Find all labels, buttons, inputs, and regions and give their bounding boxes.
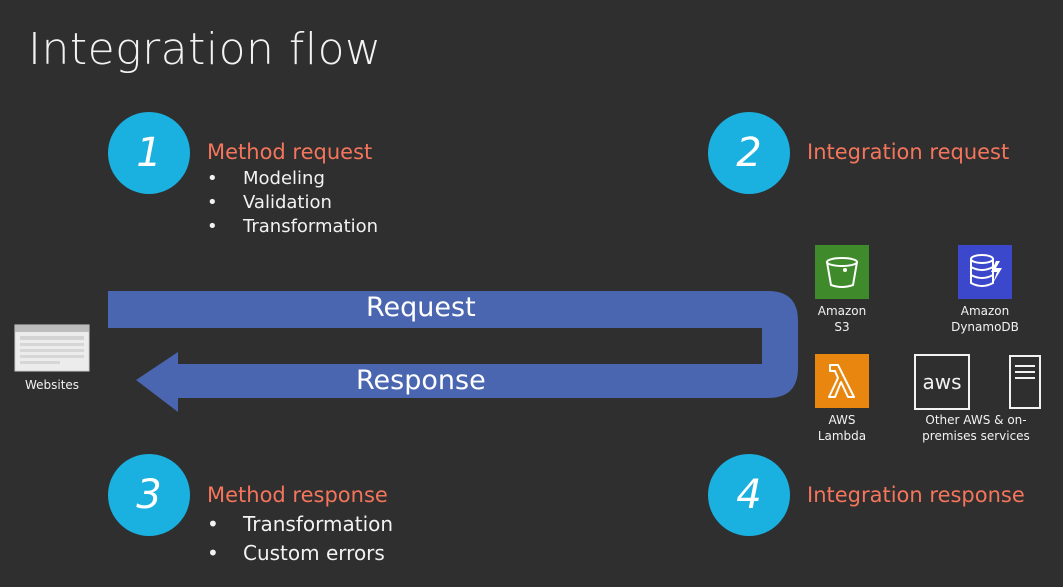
browser-window-icon	[14, 324, 90, 372]
service-dynamodb: Amazon DynamoDB	[940, 245, 1030, 335]
other-label-line2: premises services	[922, 429, 1030, 443]
lambda-icon	[815, 354, 869, 408]
other-services-icons: aws	[912, 354, 1041, 412]
dynamodb-icon	[958, 245, 1012, 299]
other-label-line1: Other AWS & on-	[925, 413, 1027, 427]
response-label: Response	[356, 365, 486, 396]
s3-label-line1: Amazon	[817, 304, 867, 318]
aws-logo-text: aws	[922, 370, 962, 394]
lambda-label-line2: Lambda	[817, 429, 867, 443]
service-s3: Amazon S3	[806, 245, 878, 335]
s3-bucket-icon	[815, 245, 869, 299]
lambda-label-line1: AWS	[828, 413, 856, 427]
service-other: aws Other AWS & on- premises services	[912, 354, 1041, 444]
aws-logo-icon: aws	[914, 354, 970, 410]
request-response-arrow	[108, 291, 798, 412]
dynamodb-label-line2: DynamoDB	[951, 320, 1019, 334]
service-lambda: AWS Lambda	[806, 354, 878, 444]
websites-label: Websites	[24, 378, 80, 392]
dynamodb-label-line1: Amazon	[960, 304, 1010, 318]
request-label: Request	[366, 292, 476, 323]
s3-label-line2: S3	[834, 320, 850, 334]
server-icon	[1009, 355, 1041, 409]
websites-client: Websites	[12, 324, 92, 392]
